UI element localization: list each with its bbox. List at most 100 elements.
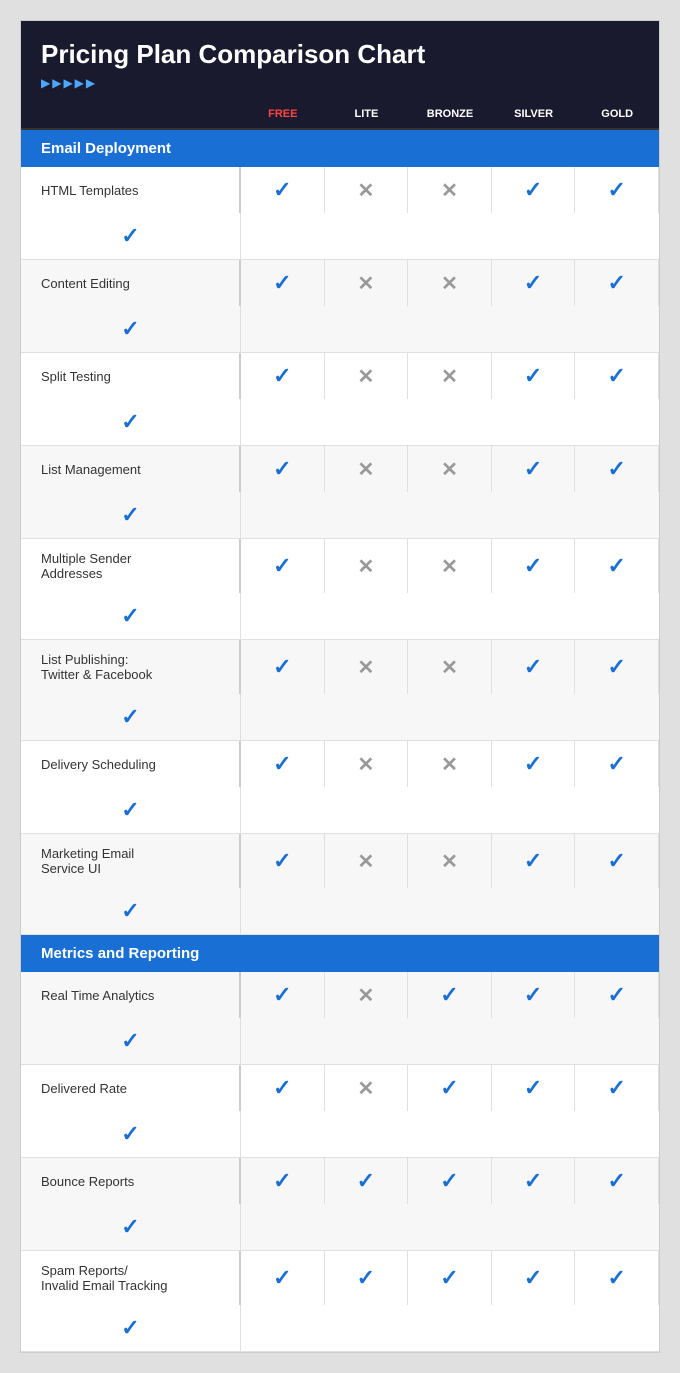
cell-1-0-5: ✓ — [21, 1018, 241, 1064]
cell-0-7-0: ✓ — [241, 834, 325, 888]
row-label-0-7: Marketing Email Service UI — [21, 834, 241, 888]
check-icon: ✓ — [273, 751, 291, 777]
check-icon: ✓ — [273, 1075, 291, 1101]
cell-1-3-0: ✓ — [241, 1251, 325, 1305]
check-icon: ✓ — [607, 1265, 625, 1291]
arrows-decoration: ▶▶▶▶▶ — [41, 76, 639, 90]
cell-0-4-2: ✕ — [408, 539, 492, 593]
cell-0-1-0: ✓ — [241, 260, 325, 306]
col-header-free: FREE — [241, 100, 325, 128]
cell-0-1-5: ✓ — [21, 306, 241, 352]
cell-0-5-5: ✓ — [21, 694, 241, 740]
check-icon: ✓ — [273, 1168, 291, 1194]
table-row: HTML Templates✓✕✕✓✓✓ — [21, 167, 659, 260]
check-icon: ✓ — [607, 456, 625, 482]
check-icon: ✓ — [273, 654, 291, 680]
cell-0-0-4: ✓ — [575, 167, 659, 213]
cell-0-6-2: ✕ — [408, 741, 492, 787]
cell-1-2-0: ✓ — [241, 1158, 325, 1204]
cell-1-0-3: ✓ — [492, 972, 576, 1018]
row-label-1-3: Spam Reports/ Invalid Email Tracking — [21, 1251, 241, 1305]
comparison-table: Email DeploymentHTML Templates✓✕✕✓✓✓Cont… — [21, 130, 659, 1352]
cross-icon: ✕ — [358, 752, 375, 777]
check-icon: ✓ — [121, 1214, 139, 1240]
row-label-1-1: Delivered Rate — [21, 1065, 241, 1111]
cell-0-0-2: ✕ — [408, 167, 492, 213]
cross-icon: ✕ — [441, 271, 458, 296]
col-header-gold: GOLD — [575, 100, 659, 128]
check-icon: ✓ — [440, 1168, 458, 1194]
cell-0-1-3: ✓ — [492, 260, 576, 306]
cell-0-5-3: ✓ — [492, 640, 576, 694]
cross-icon: ✕ — [441, 457, 458, 482]
check-icon: ✓ — [357, 1168, 375, 1194]
cell-0-1-2: ✕ — [408, 260, 492, 306]
col-header-bronze: BRONZE — [408, 100, 492, 128]
cell-0-3-5: ✓ — [21, 492, 241, 538]
section-label-1: Metrics and Reporting — [21, 935, 659, 972]
cell-0-5-4: ✓ — [575, 640, 659, 694]
check-icon: ✓ — [273, 363, 291, 389]
cell-0-3-3: ✓ — [492, 446, 576, 492]
cell-0-7-3: ✓ — [492, 834, 576, 888]
check-icon: ✓ — [607, 1168, 625, 1194]
check-icon: ✓ — [121, 1315, 139, 1341]
table-row: Split Testing✓✕✕✓✓✓ — [21, 353, 659, 446]
table-row: Content Editing✓✕✕✓✓✓ — [21, 260, 659, 353]
cell-0-6-1: ✕ — [325, 741, 409, 787]
header-section: Pricing Plan Comparison Chart ▶▶▶▶▶ — [21, 21, 659, 100]
check-icon: ✓ — [524, 982, 542, 1008]
check-icon: ✓ — [121, 797, 139, 823]
check-icon: ✓ — [524, 177, 542, 203]
col-header-empty — [21, 100, 241, 128]
cross-icon: ✕ — [441, 655, 458, 680]
check-icon: ✓ — [607, 177, 625, 203]
check-icon: ✓ — [607, 982, 625, 1008]
col-header-silver: SILVER — [492, 100, 576, 128]
cell-0-4-0: ✓ — [241, 539, 325, 593]
cell-1-0-0: ✓ — [241, 972, 325, 1018]
main-container: Pricing Plan Comparison Chart ▶▶▶▶▶ FREE… — [20, 20, 660, 1353]
check-icon: ✓ — [273, 270, 291, 296]
check-icon: ✓ — [440, 1075, 458, 1101]
cross-icon: ✕ — [358, 554, 375, 579]
check-icon: ✓ — [121, 409, 139, 435]
cell-0-2-2: ✕ — [408, 353, 492, 399]
check-icon: ✓ — [524, 654, 542, 680]
check-icon: ✓ — [121, 316, 139, 342]
table-row: Spam Reports/ Invalid Email Tracking ✓ ✓ ✓ ✓… — [21, 1251, 659, 1352]
cell-0-7-2: ✕ — [408, 834, 492, 888]
check-icon: ✓ — [524, 848, 542, 874]
check-icon: ✓ — [524, 751, 542, 777]
section-label-0: Email Deployment — [21, 130, 659, 167]
cross-icon: ✕ — [358, 983, 375, 1008]
cell-1-0-1: ✕ — [325, 972, 409, 1018]
row-label-1-0: Real Time Analytics — [21, 972, 241, 1018]
cell-1-1-2: ✓ — [408, 1065, 492, 1111]
row-label-1-2: Bounce Reports — [21, 1158, 241, 1204]
check-icon: ✓ — [524, 1168, 542, 1194]
table-row: Marketing Email Service UI✓✕✕✓✓✓ — [21, 834, 659, 935]
cell-0-2-5: ✓ — [21, 399, 241, 445]
cell-0-5-0: ✓ — [241, 640, 325, 694]
check-icon: ✓ — [440, 1265, 458, 1291]
cross-icon: ✕ — [441, 752, 458, 777]
table-row: Delivered Rate✓✕✓✓✓✓ — [21, 1065, 659, 1158]
check-icon: ✓ — [273, 456, 291, 482]
cell-0-2-0: ✓ — [241, 353, 325, 399]
check-icon: ✓ — [524, 1075, 542, 1101]
row-label-0-1: Content Editing — [21, 260, 241, 306]
cell-0-0-5: ✓ — [21, 213, 241, 259]
table-row: Real Time Analytics✓✕✓✓✓✓ — [21, 972, 659, 1065]
cell-0-4-4: ✓ — [575, 539, 659, 593]
cell-0-2-4: ✓ — [575, 353, 659, 399]
row-label-0-0: HTML Templates — [21, 167, 241, 213]
table-row: Multiple Sender Addresses✓✕✕✓✓✓ — [21, 539, 659, 640]
column-headers: FREE LITE BRONZE SILVER GOLD — [21, 100, 659, 130]
check-icon: ✓ — [524, 1265, 542, 1291]
check-icon: ✓ — [273, 553, 291, 579]
check-icon: ✓ — [273, 848, 291, 874]
cell-0-7-1: ✕ — [325, 834, 409, 888]
check-icon: ✓ — [273, 1265, 291, 1291]
table-row: List Management✓✕✕✓✓✓ — [21, 446, 659, 539]
